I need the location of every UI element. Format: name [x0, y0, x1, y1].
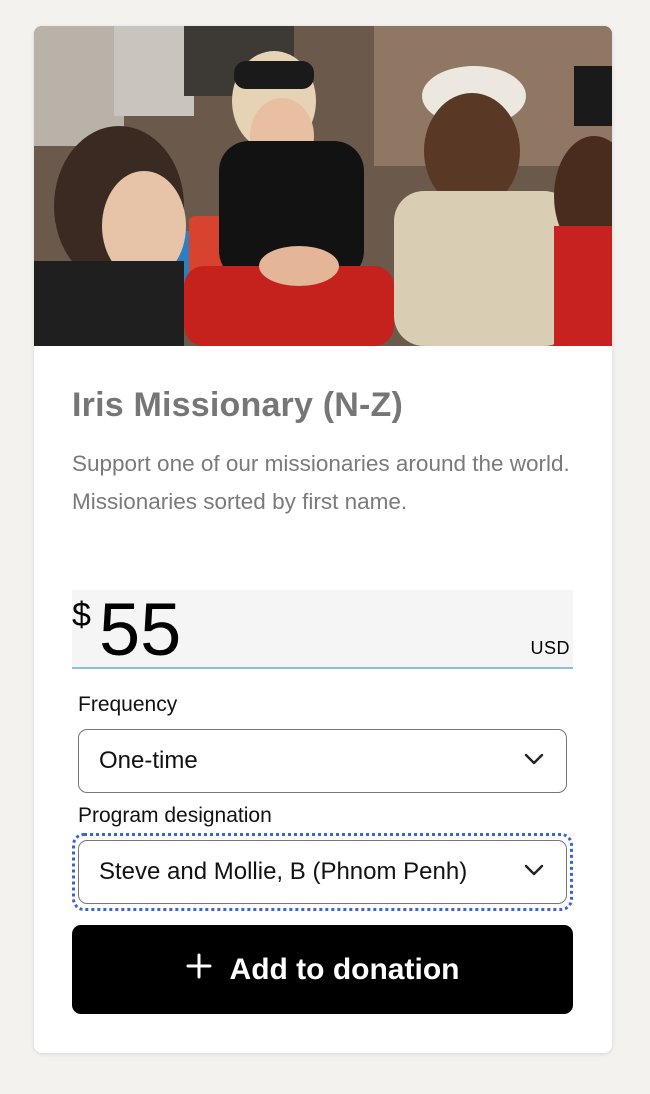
chevron-down-icon — [524, 752, 544, 771]
plus-icon — [186, 953, 212, 987]
program-select[interactable]: Steve and Mollie, B (Phnom Penh) — [78, 840, 567, 904]
program-value: Steve and Mollie, B (Phnom Penh) — [99, 858, 468, 885]
hero-photo — [34, 26, 612, 346]
card-title: Iris Missionary (N-Z) — [72, 386, 404, 424]
add-to-donation-label: Add to donation — [229, 952, 460, 986]
chevron-down-icon — [524, 863, 544, 882]
program-label: Program designation — [78, 804, 272, 827]
amount-input[interactable]: $ 55 USD — [72, 590, 573, 670]
add-to-donation-button[interactable]: Add to donation — [72, 925, 573, 1014]
currency-symbol: $ — [72, 596, 91, 634]
currency-code: USD — [530, 638, 570, 658]
frequency-label: Frequency — [78, 693, 178, 716]
card-description: Support one of our missionaries around t… — [72, 451, 570, 514]
donation-card: Iris Missionary (N-Z) Support one of our… — [34, 26, 612, 1053]
frequency-value: One-time — [99, 747, 198, 774]
frequency-select[interactable]: One-time — [78, 729, 567, 793]
amount-value[interactable]: 55 — [99, 590, 181, 670]
